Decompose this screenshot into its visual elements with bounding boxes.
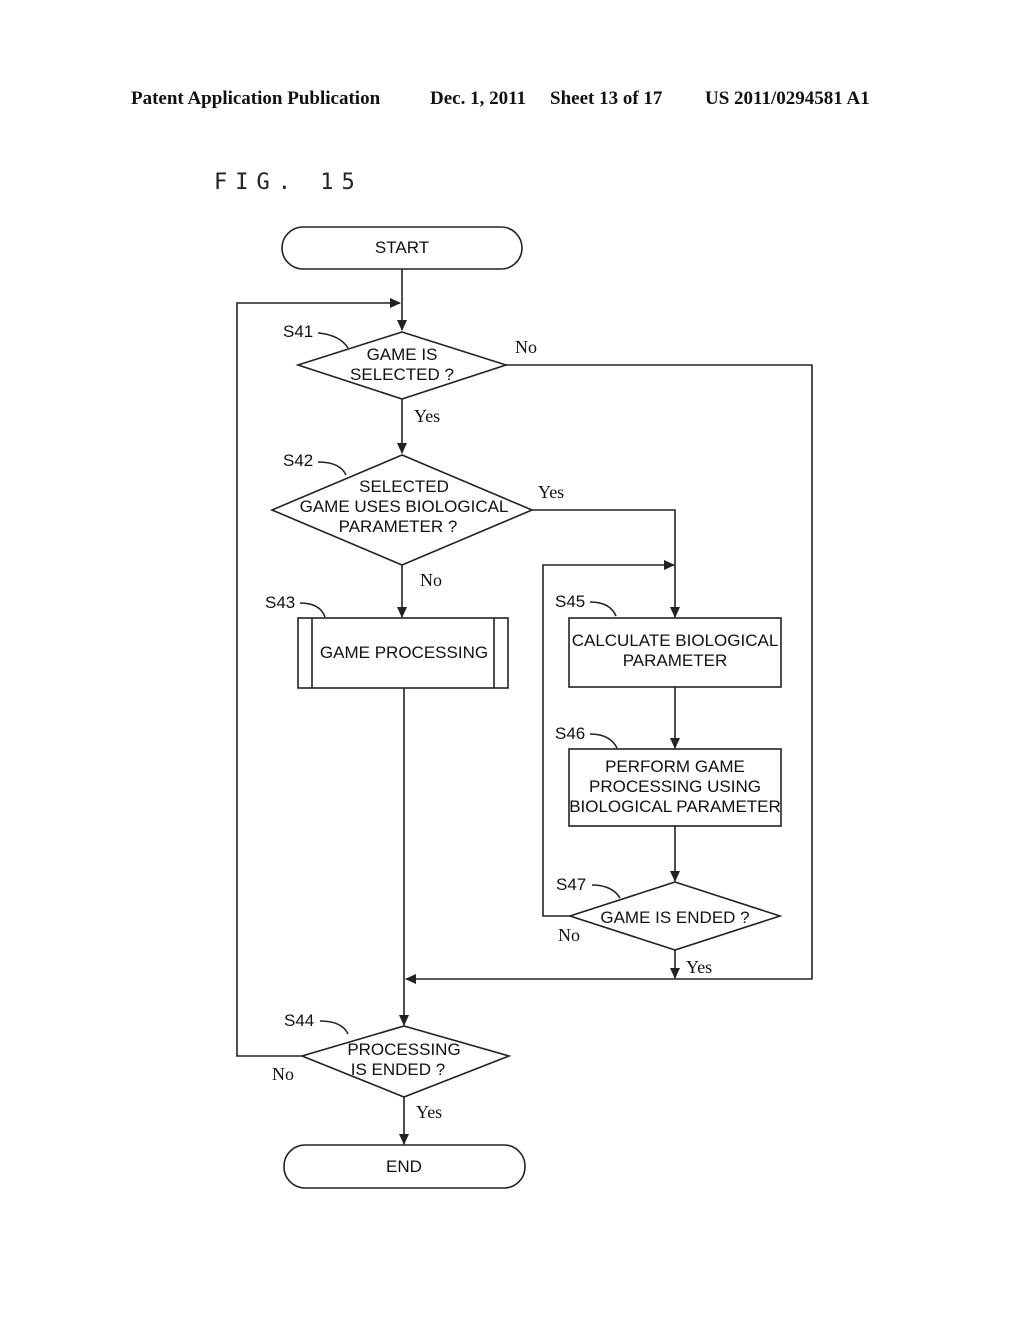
s45-leader: [589, 601, 617, 617]
s41-yes-label: Yes: [414, 406, 440, 426]
arrowhead: [397, 443, 407, 454]
end-label: END: [386, 1157, 422, 1176]
arrowhead: [399, 1015, 409, 1026]
s42-text-2: GAME USES BIOLOGICAL: [300, 497, 509, 516]
s45-text-2: PARAMETER: [623, 651, 728, 670]
s44-leader: [319, 1020, 349, 1035]
s41-no-label: No: [515, 337, 537, 357]
arrowhead: [670, 607, 680, 618]
s43-text: GAME PROCESSING: [320, 643, 488, 662]
s42-no-label: No: [420, 570, 442, 590]
start-label: START: [375, 238, 429, 257]
flowchart: START GAME IS SELECTED ? S41 No Yes SELE…: [236, 226, 813, 1189]
arrowhead: [670, 738, 680, 749]
s42-text-3: PARAMETER ?: [339, 517, 458, 536]
s47-text: GAME IS ENDED ?: [600, 908, 749, 927]
s43-step-label: S43: [265, 593, 295, 612]
s44-step-label: S44: [284, 1011, 314, 1030]
s46-text-2: PROCESSING USING: [589, 777, 761, 796]
arrowhead: [390, 298, 401, 308]
s44-text-1: PROCESSING: [347, 1040, 460, 1059]
s42-leader: [317, 461, 347, 476]
s41-leader: [317, 332, 349, 349]
arrowhead: [397, 607, 407, 618]
s41-text-1: GAME IS: [367, 345, 438, 364]
s46-text-1: PERFORM GAME: [605, 757, 745, 776]
s47-leader: [591, 884, 621, 899]
s42-step-label: S42: [283, 451, 313, 470]
arrowhead: [670, 968, 680, 979]
s46-step-label: S46: [555, 724, 585, 743]
s45-text-1: CALCULATE BIOLOGICAL: [572, 631, 779, 650]
s45-step-label: S45: [555, 592, 585, 611]
arrowhead: [670, 871, 680, 882]
s41-text-2: SELECTED ?: [350, 365, 454, 384]
arrowhead: [397, 320, 407, 331]
arrowhead: [399, 1134, 409, 1145]
s44-no-label: No: [272, 1064, 294, 1084]
s46-text-3: BIOLOGICAL PARAMETER: [569, 797, 781, 816]
s42-yes-label: Yes: [538, 482, 564, 502]
s47-no-label: No: [558, 925, 580, 945]
s47-yes-label: Yes: [686, 957, 712, 977]
s44-text-2: IS ENDED ?: [351, 1060, 445, 1079]
s41-step-label: S41: [283, 322, 313, 341]
connector-s42-yes: [532, 509, 676, 617]
arrowhead: [664, 560, 675, 570]
s44-yes-label: Yes: [416, 1102, 442, 1122]
arrowhead: [405, 974, 416, 984]
s43-leader: [299, 602, 326, 618]
s47-step-label: S47: [556, 875, 586, 894]
s42-text-1: SELECTED: [359, 477, 449, 496]
s46-leader: [589, 733, 618, 749]
